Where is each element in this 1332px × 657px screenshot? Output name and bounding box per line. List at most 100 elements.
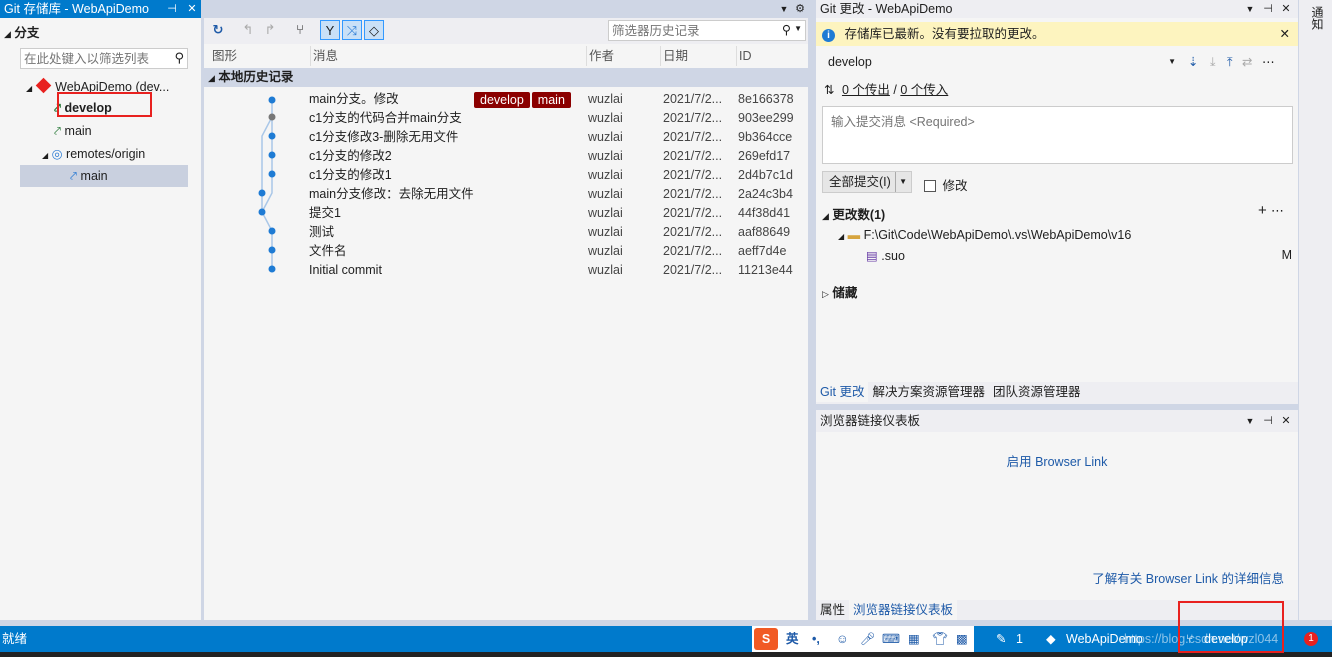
emoji-icon[interactable]: ☺ bbox=[836, 626, 849, 652]
commit-row[interactable]: c1分支的修改1 wuzlai 2021/7/2... 2d4b7c1d bbox=[204, 166, 808, 185]
commit-row[interactable]: 提交1 wuzlai 2021/7/2... 44f38d41 bbox=[204, 204, 808, 223]
tab-team-explorer[interactable]: 团队资源管理器 bbox=[989, 382, 1085, 402]
checkbox-box[interactable] bbox=[924, 180, 936, 192]
dropdown-icon[interactable]: ▼ bbox=[1242, 0, 1258, 18]
more-icon[interactable]: ⋯ bbox=[1271, 203, 1284, 218]
close-icon[interactable]: ✕ bbox=[184, 0, 200, 18]
learn-more-link[interactable]: 了解有关 Browser Link 的详细信息 bbox=[1092, 568, 1284, 587]
push-icon[interactable]: ⤒ bbox=[1227, 55, 1233, 69]
toolbox-icon[interactable]: ▦ bbox=[908, 626, 920, 652]
skin-icon[interactable]: 👕︎ bbox=[932, 626, 948, 652]
merge-filter-icon[interactable]: Y bbox=[320, 20, 340, 40]
tab-browser-link-dashboard[interactable]: 浏览器链接仪表板 bbox=[849, 600, 958, 620]
keyboard-icon[interactable]: ⌨ bbox=[882, 626, 900, 652]
tag-filter-icon[interactable]: ◇ bbox=[364, 20, 384, 40]
stash-section[interactable]: ▷ 储藏 bbox=[822, 282, 857, 301]
remote-branch-main[interactable]: ⤤ main bbox=[20, 165, 188, 187]
column-graph[interactable]: 图形 bbox=[212, 46, 237, 66]
folder-node[interactable]: ◢ ▬ F:\Git\Code\WebApiDemo\.vs\WebApiDem… bbox=[838, 228, 1131, 242]
commit-row[interactable]: c1分支的代码合并main分支 wuzlai 2021/7/2... 903ee… bbox=[204, 109, 808, 128]
commit-row[interactable]: c1分支修改3-删除无用文件 wuzlai 2021/7/2... 9b364c… bbox=[204, 128, 808, 147]
commit-message-input[interactable] bbox=[823, 107, 1292, 163]
commit-row[interactable]: 测试 wuzlai 2021/7/2... aaf88649 bbox=[204, 223, 808, 242]
taskbar-strip bbox=[0, 652, 1332, 657]
ime-punct[interactable]: •, bbox=[812, 626, 820, 652]
changes-section[interactable]: ◢ 更改数(1) bbox=[822, 204, 885, 223]
commit-message-box[interactable] bbox=[822, 106, 1293, 164]
grid-icon[interactable]: ▩ bbox=[956, 626, 968, 652]
splitter[interactable] bbox=[808, 0, 816, 620]
commit-row[interactable]: 文件名 wuzlai 2021/7/2... aeff7d4e bbox=[204, 242, 808, 261]
search-icon[interactable]: ⚲ bbox=[782, 22, 791, 37]
remotes-label: remotes/origin bbox=[66, 147, 146, 161]
ime-language[interactable]: 英 bbox=[786, 626, 799, 652]
commit-message: c1分支修改3-删除无用文件 bbox=[309, 130, 459, 144]
close-icon[interactable]: ✕ bbox=[1278, 0, 1294, 18]
close-icon[interactable]: ✕ bbox=[1278, 412, 1294, 430]
settings-icon[interactable]: ⚙ bbox=[792, 0, 808, 18]
add-icon[interactable]: + bbox=[1258, 202, 1267, 219]
history-columns: 图形 消息 作者 日期 ID bbox=[204, 46, 808, 66]
tab-git-changes[interactable]: Git 更改 bbox=[816, 382, 869, 402]
chevron-down-icon[interactable]: ▼ bbox=[895, 172, 907, 192]
repo-icon: ◆ bbox=[1046, 632, 1056, 646]
commit-id: 9b364cce bbox=[738, 130, 793, 144]
microphone-icon[interactable]: 🎤︎ bbox=[860, 626, 876, 652]
remotes-node[interactable]: ◢ ◎ remotes/origin bbox=[42, 146, 145, 161]
remote-filter-icon[interactable]: ⤨ bbox=[342, 20, 362, 40]
branches-header-label: 分支 bbox=[14, 26, 40, 40]
tag-main[interactable]: main bbox=[531, 92, 571, 108]
fetch-icon[interactable]: ⇣ bbox=[1188, 55, 1198, 69]
branches-header[interactable]: ◢ 分支 bbox=[4, 22, 39, 41]
column-id[interactable]: ID bbox=[736, 46, 752, 66]
commit-author: wuzlai bbox=[588, 206, 623, 220]
browser-link-title: 浏览器链接仪表板 bbox=[820, 414, 921, 428]
history-filter[interactable]: ⚲ ▼ bbox=[608, 20, 806, 41]
close-icon[interactable]: ✕ bbox=[1280, 22, 1290, 46]
amend-checkbox[interactable]: 修改 bbox=[924, 175, 968, 194]
edits-count[interactable]: 1 bbox=[1016, 626, 1023, 652]
pin-icon[interactable]: ⊣ bbox=[164, 0, 180, 18]
history-filter-input[interactable] bbox=[609, 21, 774, 40]
column-message[interactable]: 消息 bbox=[310, 46, 338, 66]
branch-item-main[interactable]: ⤤ main bbox=[54, 124, 92, 139]
branch-selector[interactable]: develop ▼ bbox=[824, 52, 1176, 72]
pin-icon[interactable]: ⊣ bbox=[1260, 412, 1276, 430]
expand-arrow-icon: ▷ bbox=[822, 289, 829, 299]
column-author[interactable]: 作者 bbox=[586, 46, 614, 66]
side-tab-notifications[interactable]: 通知 bbox=[1309, 6, 1326, 30]
refresh-icon[interactable]: ↻ bbox=[208, 20, 228, 40]
tab-solution-explorer[interactable]: 解决方案资源管理器 bbox=[868, 382, 989, 402]
more-icon[interactable]: ⋯ bbox=[1262, 55, 1275, 69]
column-date[interactable]: 日期 bbox=[660, 46, 688, 66]
prev-icon[interactable]: ↰ bbox=[238, 20, 258, 40]
dropdown-icon[interactable]: ▼ bbox=[776, 0, 792, 18]
enable-browser-link[interactable]: 启用 Browser Link bbox=[816, 451, 1298, 470]
search-icon[interactable]: ⚲ bbox=[174, 50, 184, 66]
branch-graph-icon[interactable]: ⑂ bbox=[290, 20, 310, 40]
chevron-down-icon[interactable]: ▼ bbox=[794, 24, 802, 33]
sync-icon[interactable]: ⇄ bbox=[1242, 55, 1252, 69]
branch-filter[interactable]: ⚲ bbox=[20, 48, 188, 69]
file-status: M bbox=[1281, 248, 1292, 262]
next-icon[interactable]: ↱ bbox=[260, 20, 280, 40]
file-row[interactable]: ▤ .suo M bbox=[866, 248, 1292, 263]
branch-filter-input[interactable] bbox=[21, 49, 166, 68]
dropdown-icon[interactable]: ▼ bbox=[1242, 412, 1258, 430]
commit-row[interactable]: main分支。修改 develop main wuzlai 2021/7/2...… bbox=[204, 90, 808, 109]
pencil-icon[interactable]: ✎ bbox=[996, 626, 1006, 652]
tab-properties[interactable]: 属性 bbox=[816, 600, 849, 620]
incoming-link[interactable]: 0 个传入 bbox=[900, 83, 948, 97]
notification-count[interactable]: 1 bbox=[1304, 632, 1318, 646]
sogou-icon[interactable]: S bbox=[754, 628, 778, 650]
commit-all-button[interactable]: 全部提交(I) ▼ bbox=[822, 171, 912, 193]
commit-row[interactable]: main分支修改：去除无用文件 wuzlai 2021/7/2... 2a24c… bbox=[204, 185, 808, 204]
pin-icon[interactable]: ⊣ bbox=[1260, 0, 1276, 18]
outgoing-link[interactable]: 0 个传出 bbox=[842, 83, 890, 97]
commit-author: wuzlai bbox=[588, 187, 623, 201]
pull-icon[interactable]: ⤓ bbox=[1210, 55, 1216, 69]
history-section-header[interactable]: ◢ 本地历史记录 bbox=[204, 68, 808, 87]
tag-develop[interactable]: develop bbox=[474, 92, 530, 108]
commit-row[interactable]: Initial commit wuzlai 2021/7/2... 11213e… bbox=[204, 261, 808, 280]
commit-row[interactable]: c1分支的修改2 wuzlai 2021/7/2... 269efd17 bbox=[204, 147, 808, 166]
